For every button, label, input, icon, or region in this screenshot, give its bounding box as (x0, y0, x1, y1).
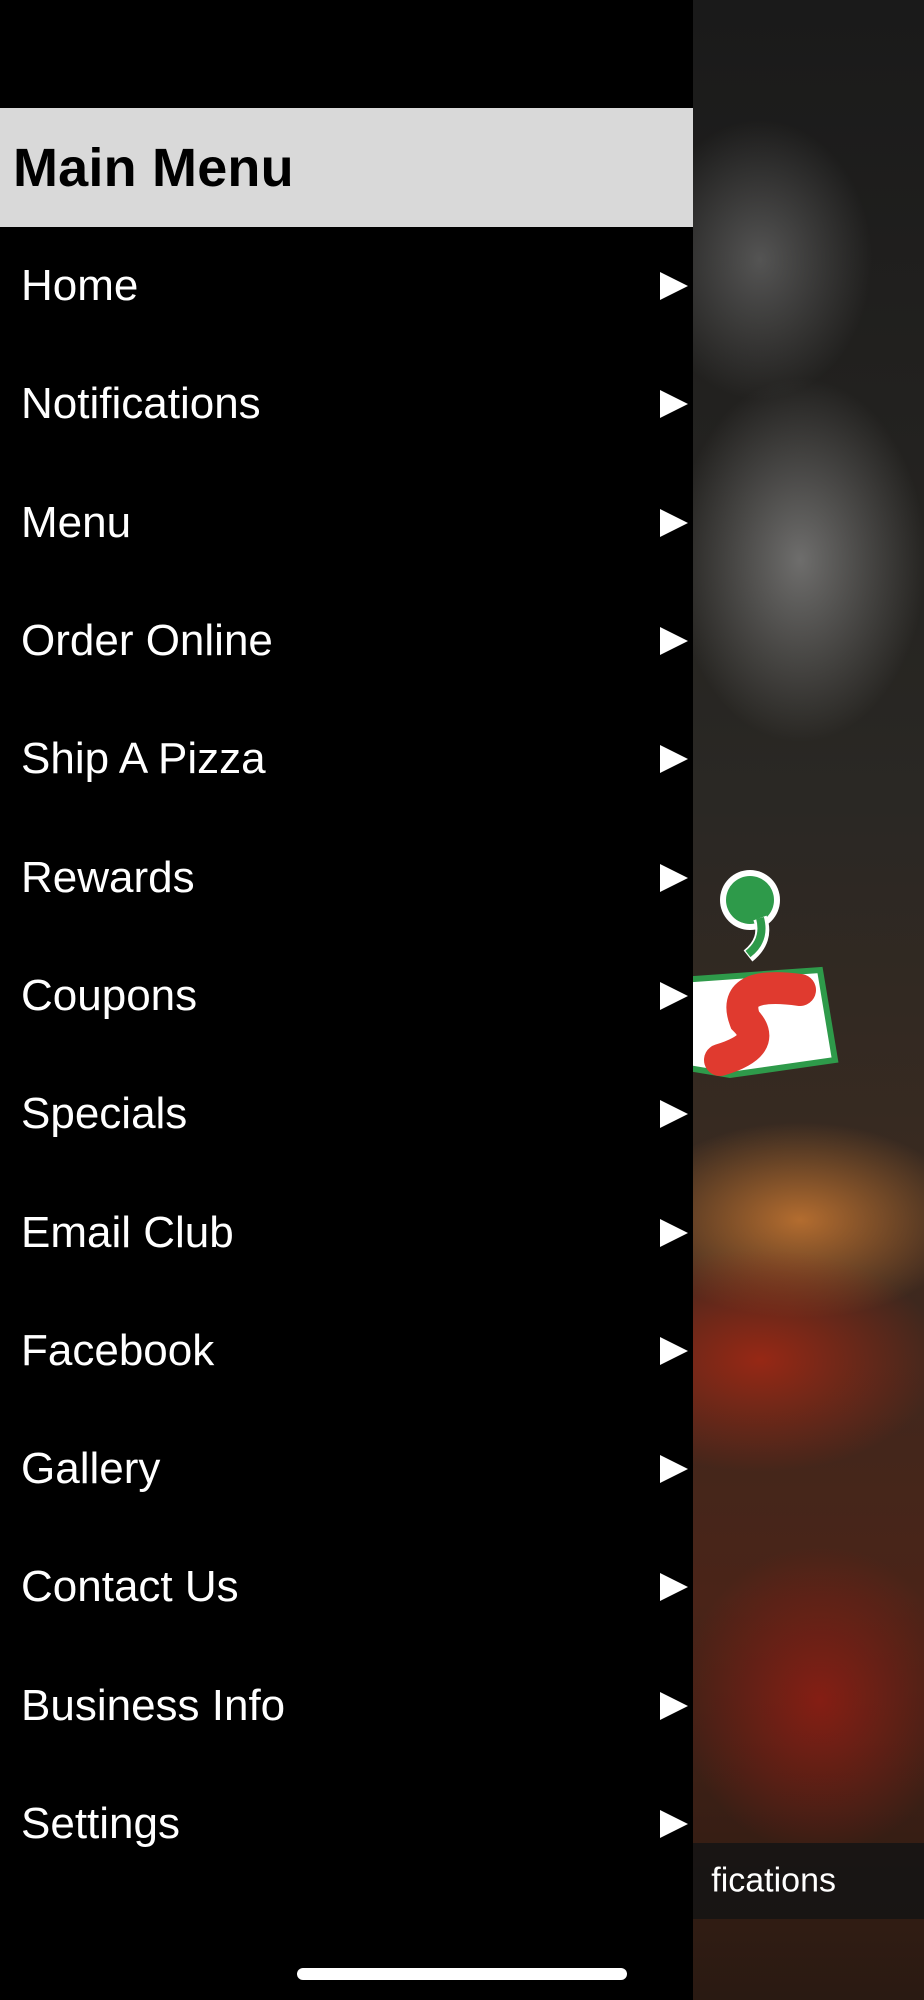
arrow-right-icon (660, 1810, 688, 1838)
background-bottom-tab: fications (693, 1843, 924, 1919)
arrow-right-icon (660, 508, 688, 537)
menu-item-label: Specials (21, 1089, 188, 1139)
menu-item-label: Business Info (21, 1680, 286, 1730)
arrow-right-icon (660, 745, 688, 774)
menu-item-email-club[interactable]: Email Club (0, 1173, 693, 1291)
menu-item-ship-a-pizza[interactable]: Ship A Pizza (0, 700, 693, 818)
menu-item-label: Rewards (21, 852, 195, 902)
menu-list: Home Notifications Menu Order Online Shi… (0, 227, 693, 1883)
background-bottom-tab-label: fications (711, 1861, 836, 1900)
menu-item-label: Notifications (21, 379, 261, 429)
menu-item-contact-us[interactable]: Contact Us (0, 1528, 693, 1646)
menu-item-home[interactable]: Home (0, 227, 693, 345)
arrow-right-icon (660, 1218, 688, 1247)
drawer-title: Main Menu (13, 137, 294, 198)
menu-item-label: Gallery (21, 1444, 161, 1494)
menu-item-label: Menu (21, 497, 132, 547)
arrow-right-icon (660, 1100, 688, 1129)
menu-item-menu[interactable]: Menu (0, 464, 693, 582)
menu-item-label: Order Online (21, 616, 273, 666)
menu-item-label: Ship A Pizza (21, 734, 266, 784)
arrow-right-icon (660, 627, 688, 656)
menu-item-business-info[interactable]: Business Info (0, 1647, 693, 1765)
arrow-right-icon (660, 1455, 688, 1484)
arrow-right-icon (660, 1336, 688, 1365)
menu-item-rewards[interactable]: Rewards (0, 818, 693, 936)
menu-item-order-online[interactable]: Order Online (0, 582, 693, 700)
arrow-right-icon (660, 981, 688, 1010)
menu-item-coupons[interactable]: Coupons (0, 937, 693, 1055)
menu-item-label: Home (21, 261, 139, 311)
arrow-right-icon (660, 1573, 688, 1602)
menu-item-label: Email Club (21, 1207, 234, 1257)
arrow-right-icon (660, 272, 688, 301)
navigation-drawer: Main Menu Home Notifications Menu Order … (0, 0, 693, 2000)
menu-item-facebook[interactable]: Facebook (0, 1292, 693, 1410)
drawer-header: Main Menu (0, 108, 693, 227)
menu-item-settings[interactable]: Settings (0, 1765, 693, 1883)
menu-item-gallery[interactable]: Gallery (0, 1410, 693, 1528)
home-indicator[interactable] (297, 1968, 627, 1980)
arrow-right-icon (660, 863, 688, 892)
menu-item-label: Contact Us (21, 1562, 239, 1612)
menu-item-label: Facebook (21, 1325, 215, 1375)
arrow-right-icon (660, 390, 688, 419)
arrow-right-icon (660, 1691, 688, 1720)
menu-item-specials[interactable]: Specials (0, 1055, 693, 1173)
menu-item-label: Coupons (21, 970, 198, 1020)
menu-item-label: Settings (21, 1799, 180, 1848)
menu-item-notifications[interactable]: Notifications (0, 345, 693, 463)
